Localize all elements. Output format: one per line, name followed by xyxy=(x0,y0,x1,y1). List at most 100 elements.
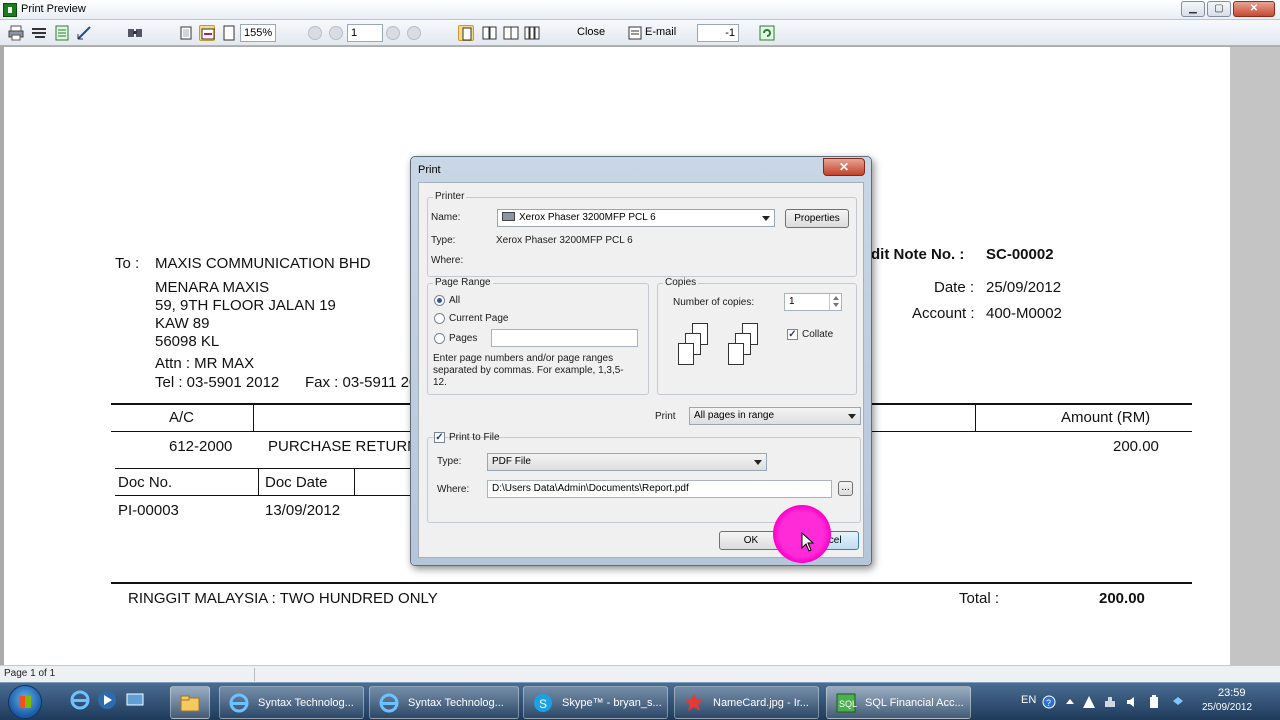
print-icon[interactable] xyxy=(8,25,24,41)
network-icon[interactable] xyxy=(1103,695,1117,709)
svg-text:?: ? xyxy=(1046,698,1051,708)
clock-time[interactable]: 23:59 xyxy=(1218,687,1246,699)
zoom-input[interactable]: 155% xyxy=(240,24,276,42)
copies-field[interactable]: 1 xyxy=(784,293,842,311)
email-icon[interactable] xyxy=(627,25,643,41)
all-pages-radio[interactable] xyxy=(434,295,445,306)
vertical-scrollbar[interactable] xyxy=(1230,47,1280,665)
to-label: To : xyxy=(115,255,140,272)
task-sql-financial[interactable]: SQL SQL Financial Acc... xyxy=(826,686,971,719)
window-titlebar: Print Preview ▁ ▢ ✕ xyxy=(0,0,1280,20)
export-icon[interactable] xyxy=(54,25,70,41)
all-pages-label: All xyxy=(449,295,461,306)
file-where-label: Where: xyxy=(437,484,470,495)
task-label: Skype™ - bryan_s... xyxy=(562,697,662,709)
internet-explorer-icon[interactable] xyxy=(69,689,91,711)
browse-button[interactable]: ... xyxy=(838,481,853,496)
task-image-viewer[interactable]: NameCard.jpg - Ir... xyxy=(674,686,819,719)
find-icon[interactable] xyxy=(127,25,143,41)
one-page-view-icon[interactable] xyxy=(458,25,474,41)
print-range-select[interactable]: All pages in range xyxy=(689,407,861,425)
file-path-input[interactable]: D:\Users Data\Admin\Documents\Report.pdf xyxy=(487,480,832,498)
sql-financial-icon: SQL xyxy=(836,693,857,713)
account-value: 400-M0002 xyxy=(986,305,1062,322)
dialog-close-button[interactable]: ✕ xyxy=(823,158,865,176)
fax-text: Fax : 03-5911 20 xyxy=(305,374,418,391)
help-icon[interactable]: ? xyxy=(1042,695,1056,709)
file-type-select[interactable]: PDF File xyxy=(487,453,767,471)
printer-where-label: Where: xyxy=(431,255,464,266)
row-account: 612-2000 xyxy=(169,438,233,455)
whole-page-icon[interactable] xyxy=(221,25,237,41)
account-label: Account : xyxy=(912,305,975,322)
printer-select[interactable]: Xerox Phaser 3200MFP PCL 6 xyxy=(497,209,775,227)
refresh-icon[interactable] xyxy=(759,25,775,41)
action-center-icon[interactable] xyxy=(1082,695,1096,709)
address-line: KAW 89 xyxy=(155,315,210,332)
show-desktop-icon[interactable] xyxy=(124,689,146,711)
footer-rule xyxy=(111,582,1192,584)
collate-page-icon xyxy=(728,343,744,365)
doc-date-header: Doc Date xyxy=(265,474,328,491)
current-page-radio[interactable] xyxy=(434,313,445,324)
four-page-view-icon[interactable] xyxy=(503,25,519,41)
printer-name-label: Name: xyxy=(431,212,461,223)
start-button[interactable] xyxy=(8,685,42,719)
maximize-button[interactable]: ▢ xyxy=(1207,1,1231,17)
copies-spinner[interactable] xyxy=(829,294,841,310)
task-skype[interactable]: S Skype™ - bryan_s... xyxy=(523,686,668,719)
multi-page-icon[interactable] xyxy=(524,25,540,41)
task-browser-1[interactable]: Syntax Technolog... xyxy=(219,686,364,719)
task-label: SQL Financial Acc... xyxy=(865,697,964,709)
clock-date[interactable]: 25/09/2012 xyxy=(1202,702,1252,713)
two-page-view-icon[interactable] xyxy=(481,25,497,41)
status-bar: Page 1 of 1 xyxy=(0,665,1280,682)
collate-page-icon xyxy=(678,343,694,365)
dialog-body: Printer Name: Xerox Phaser 3200MFP PCL 6… xyxy=(418,182,864,558)
task-label: Syntax Technolog... xyxy=(408,697,504,709)
doc-date-value: 13/09/2012 xyxy=(265,502,341,519)
design-icon[interactable] xyxy=(76,25,92,41)
single-page-icon[interactable] xyxy=(178,25,194,41)
tel-text: Tel : 03-5901 2012 xyxy=(155,374,280,391)
file-type-value: PDF File xyxy=(492,456,531,467)
prev-page-icon[interactable] xyxy=(329,26,343,40)
close-window-button[interactable]: ✕ xyxy=(1233,1,1275,17)
copies-input[interactable]: -1 xyxy=(697,24,739,42)
first-page-icon[interactable] xyxy=(308,26,322,40)
volume-icon[interactable] xyxy=(1126,695,1140,709)
pages-radio[interactable] xyxy=(434,333,445,344)
task-explorer[interactable] xyxy=(170,686,210,719)
next-page-icon[interactable] xyxy=(386,26,400,40)
print-to-file-checkbox[interactable]: ✓ xyxy=(434,432,445,443)
chevron-down-icon xyxy=(848,414,856,419)
current-page-label: Current Page xyxy=(449,313,509,324)
pages-input[interactable] xyxy=(491,329,638,347)
attn-text: Attn : MR MAX xyxy=(155,355,255,372)
battery-icon[interactable] xyxy=(1147,695,1161,709)
close-preview-button[interactable]: Close xyxy=(577,26,605,38)
tray-arrow-icon[interactable] xyxy=(1063,695,1077,709)
last-page-icon[interactable] xyxy=(407,26,421,40)
column-header-amount: Amount (RM) xyxy=(1061,409,1151,426)
media-player-icon[interactable] xyxy=(96,689,118,711)
page-number-input[interactable]: 1 xyxy=(347,24,383,42)
minimize-button[interactable]: ▁ xyxy=(1181,1,1205,17)
task-label: NameCard.jpg - Ir... xyxy=(713,697,809,709)
page-width-icon[interactable] xyxy=(199,25,215,41)
app-icon xyxy=(3,3,17,17)
page-range-label: Page Range xyxy=(433,277,493,288)
language-indicator[interactable]: EN xyxy=(1021,694,1036,706)
address-line: 56098 KL xyxy=(155,333,220,350)
collate-checkbox[interactable]: ✓ xyxy=(787,329,798,340)
properties-button[interactable]: Properties xyxy=(785,209,849,228)
row-amount: 200.00 xyxy=(1113,438,1159,455)
column-divider xyxy=(253,404,254,431)
task-browser-2[interactable]: Syntax Technolog... xyxy=(369,686,519,719)
internet-explorer-icon xyxy=(229,693,249,713)
chevron-down-icon xyxy=(762,216,770,221)
dropbox-icon[interactable] xyxy=(1171,695,1185,709)
email-button[interactable]: E-mail xyxy=(645,26,676,38)
print-setup-icon[interactable] xyxy=(31,25,47,41)
address-line: 59, 9TH FLOOR JALAN 19 xyxy=(155,297,336,314)
